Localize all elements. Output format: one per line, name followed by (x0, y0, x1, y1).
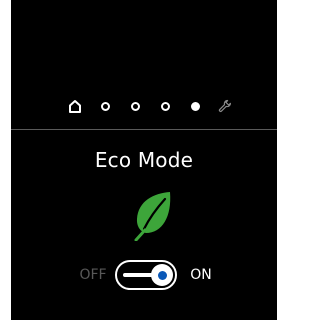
page-dot[interactable] (155, 96, 175, 116)
eco-mode-toggle[interactable] (115, 260, 177, 290)
eco-toggle-row: OFF ON (71, 260, 219, 290)
leaf-icon (130, 189, 176, 242)
toggle-knob[interactable] (151, 264, 173, 286)
home-icon[interactable] (65, 96, 85, 116)
page-indicator (65, 96, 235, 116)
page-dot[interactable] (125, 96, 145, 116)
toggle-knob-center (157, 270, 167, 280)
page-dot[interactable] (95, 96, 115, 116)
device-screen: Eco Mode OFF ON (11, 0, 277, 320)
on-label: ON (190, 267, 212, 283)
page-dot-active[interactable] (185, 96, 205, 116)
divider (11, 129, 277, 130)
off-label: OFF (79, 267, 107, 283)
mode-title: Eco Mode (94, 148, 194, 172)
wrench-icon[interactable] (215, 96, 235, 116)
